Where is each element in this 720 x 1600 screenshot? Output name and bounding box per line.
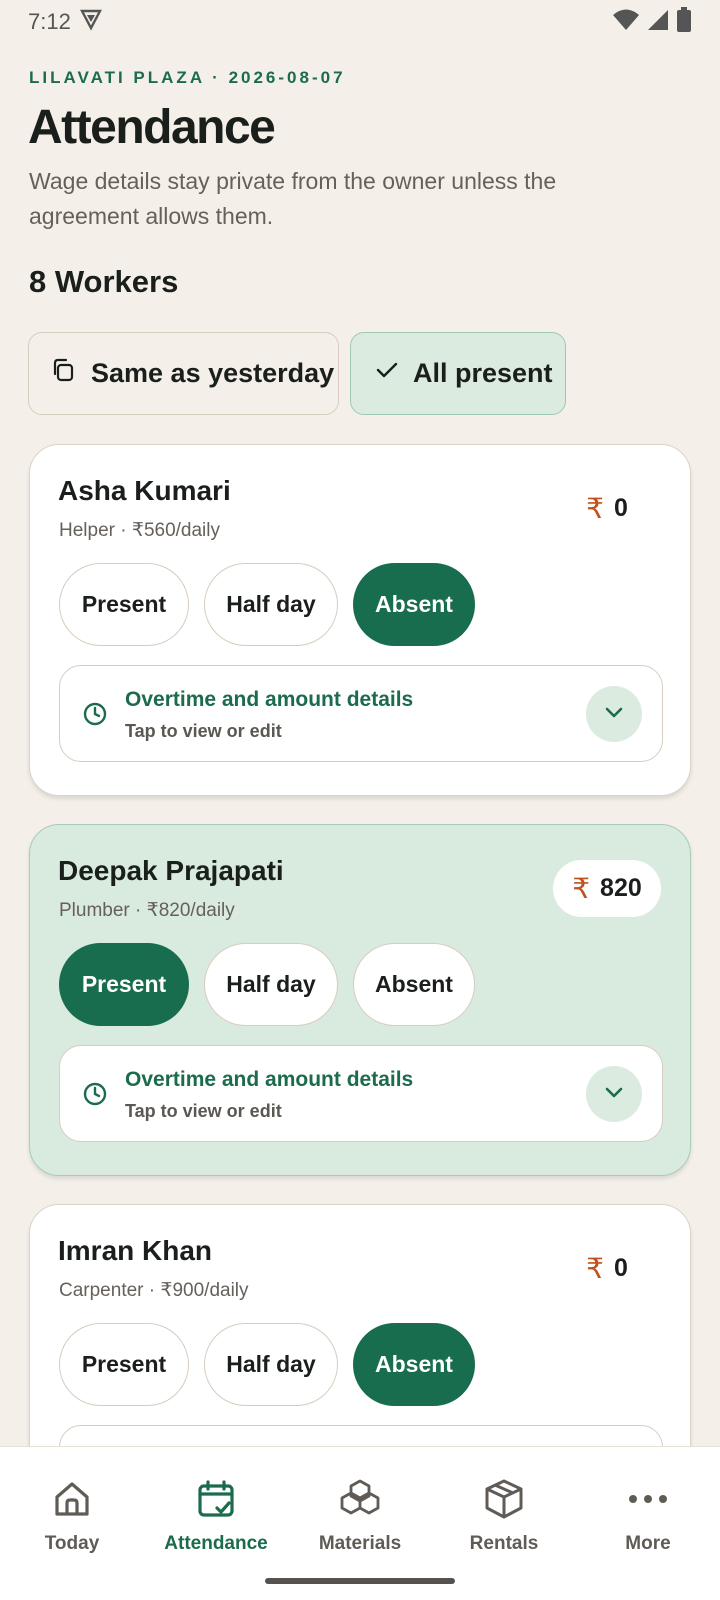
amount-value: 0 [613, 494, 628, 522]
overtime-details-row[interactable]: Overtime and amount details Tap to view … [59, 665, 663, 762]
bottom-navigation: Today Attendance Materials Rentals More [0, 1446, 720, 1600]
nav-rentals[interactable]: Rentals [432, 1475, 576, 1555]
details-hint: Tap to view or edit [125, 721, 282, 741]
present-option[interactable]: Present [59, 563, 189, 646]
check-icon [375, 358, 399, 389]
calendar-check-icon [196, 1475, 236, 1523]
more-dots-icon [628, 1475, 668, 1523]
all-present-button[interactable]: All present [350, 332, 566, 415]
expand-details-button[interactable] [586, 686, 642, 742]
nav-more[interactable]: More [576, 1475, 720, 1555]
worker-name: Imran Khan [58, 1235, 213, 1266]
same-as-yesterday-label: Same as yesterday [91, 358, 335, 388]
absent-option[interactable]: Absent [353, 563, 475, 646]
nav-label: Materials [318, 1533, 402, 1554]
signal-icon [646, 8, 670, 37]
worker-role-rate: Plumber · ₹820/daily [59, 900, 235, 921]
chevron-down-icon [602, 700, 626, 729]
status-options: Present Half day Absent [59, 563, 475, 646]
privacy-subtitle: Wage details stay private from the owner… [29, 168, 557, 229]
status-bar: 7:12 [0, 0, 720, 44]
details-hint: Tap to view or edit [125, 1101, 282, 1121]
details-title: Overtime and amount details [125, 1068, 414, 1091]
worker-card: Imran Khan Carpenter · ₹900/daily ₹ 0 Pr… [29, 1204, 691, 1446]
status-options: Present Half day Absent [59, 943, 475, 1026]
nav-attendance[interactable]: Attendance [144, 1475, 288, 1555]
same-as-yesterday-button[interactable]: Same as yesterday [28, 332, 339, 415]
worker-role-rate: Carpenter · ₹900/daily [59, 1280, 249, 1301]
site-date-overline: LILAVATI PLAZA · 2026-08-07 [29, 68, 346, 87]
nav-materials[interactable]: Materials [288, 1475, 432, 1555]
nav-label: Rentals [469, 1533, 539, 1554]
battery-icon [676, 6, 692, 38]
rupee-icon: ₹ [572, 873, 591, 904]
wifi-icon [612, 8, 640, 37]
status-right [612, 6, 692, 38]
clock-icon [82, 701, 108, 732]
details-title: Overtime and amount details [125, 688, 414, 711]
status-left: 7:12 [28, 7, 103, 37]
amount-value: 0 [613, 1254, 628, 1282]
overtime-details-row[interactable] [59, 1425, 663, 1446]
status-options: Present Half day Absent [59, 1323, 475, 1406]
absent-option[interactable]: Absent [353, 1323, 475, 1406]
present-option[interactable]: Present [59, 1323, 189, 1406]
worker-amount: ₹ 0 [553, 1240, 661, 1297]
overtime-details-row[interactable]: Overtime and amount details Tap to view … [59, 1045, 663, 1142]
rupee-icon: ₹ [586, 493, 604, 524]
worker-card: Deepak Prajapati Plumber · ₹820/daily ₹ … [29, 824, 691, 1176]
absent-option[interactable]: Absent [353, 943, 475, 1026]
amount-value: 820 [600, 874, 642, 902]
half-day-option[interactable]: Half day [204, 1323, 338, 1406]
worker-role-rate: Helper · ₹560/daily [59, 520, 220, 541]
workers-count: 8 Workers [29, 264, 179, 299]
boxes-icon [339, 1475, 381, 1523]
nav-today[interactable]: Today [0, 1475, 144, 1555]
rupee-icon: ₹ [586, 1253, 604, 1284]
package-icon [483, 1475, 525, 1523]
worker-card: Asha Kumari Helper · ₹560/daily ₹ 0 Pres… [29, 444, 691, 796]
nav-label: Today [44, 1533, 100, 1554]
scroll-content[interactable]: LILAVATI PLAZA · 2026-08-07 Attendance W… [0, 44, 720, 1446]
worker-name: Asha Kumari [58, 475, 231, 506]
nav-label: More [625, 1533, 671, 1554]
expand-details-button[interactable] [586, 1066, 642, 1122]
clock-icon [82, 1081, 108, 1112]
all-present-label: All present [413, 358, 553, 388]
present-option[interactable]: Present [59, 943, 189, 1026]
half-day-option[interactable]: Half day [204, 943, 338, 1026]
worker-name: Deepak Prajapati [58, 855, 284, 886]
home-indicator[interactable] [265, 1578, 455, 1584]
worker-amount: ₹ 820 [553, 860, 661, 917]
chevron-down-icon [602, 1080, 626, 1109]
home-icon [52, 1475, 92, 1523]
vpn-shield-icon [79, 7, 103, 37]
half-day-option[interactable]: Half day [204, 563, 338, 646]
nav-label: Attendance [164, 1533, 268, 1554]
copy-icon [51, 357, 77, 390]
status-time: 7:12 [28, 9, 71, 34]
page-title: Attendance [28, 101, 276, 154]
worker-amount: ₹ 0 [553, 480, 661, 537]
